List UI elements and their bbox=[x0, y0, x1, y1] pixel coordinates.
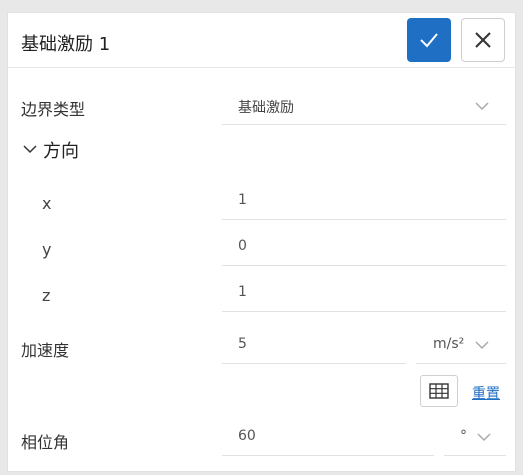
chevron-down-icon bbox=[477, 433, 491, 442]
reset-link[interactable]: 重置 bbox=[472, 383, 500, 403]
chevron-down-icon bbox=[475, 102, 489, 111]
boundary-condition-panel: 基础激励 1 边界类型 基础激励 方向 x 1 y 0 z 1 加速度 5 m/… bbox=[7, 12, 516, 472]
check-icon bbox=[420, 33, 438, 48]
confirm-button[interactable] bbox=[407, 18, 451, 62]
acceleration-value: 5 bbox=[238, 336, 247, 352]
close-button[interactable] bbox=[461, 18, 505, 62]
boundary-type-select[interactable]: 基础激励 bbox=[222, 89, 506, 125]
direction-z-label: z bbox=[42, 286, 51, 305]
acceleration-label: 加速度 bbox=[21, 341, 70, 360]
phase-angle-label: 相位角 bbox=[21, 433, 70, 452]
direction-y-value: 0 bbox=[238, 238, 247, 254]
direction-x-input[interactable]: 1 bbox=[222, 184, 506, 220]
direction-z-input[interactable]: 1 bbox=[222, 276, 506, 312]
phase-angle-value: 60 bbox=[238, 428, 256, 444]
phase-angle-input[interactable]: 60 bbox=[222, 420, 434, 456]
direction-z-value: 1 bbox=[238, 284, 247, 300]
acceleration-input[interactable]: 5 bbox=[222, 328, 406, 364]
close-icon bbox=[475, 32, 491, 48]
direction-y-input[interactable]: 0 bbox=[222, 230, 506, 266]
acceleration-unit: m/s² bbox=[433, 336, 465, 352]
boundary-type-label: 边界类型 bbox=[21, 100, 86, 119]
direction-label: 方向 bbox=[43, 141, 79, 162]
direction-section-toggle[interactable]: 方向 bbox=[21, 137, 141, 163]
direction-x-value: 1 bbox=[238, 192, 247, 208]
chevron-down-icon bbox=[23, 145, 37, 154]
phase-unit: ° bbox=[460, 428, 467, 444]
chevron-down-icon bbox=[475, 341, 489, 350]
phase-unit-select[interactable]: ° bbox=[444, 420, 506, 456]
direction-x-label: x bbox=[42, 194, 52, 213]
table-icon bbox=[429, 383, 449, 399]
direction-y-label: y bbox=[42, 240, 52, 259]
panel-header: 基础激励 1 bbox=[8, 13, 515, 68]
panel-title: 基础激励 1 bbox=[21, 34, 111, 55]
acceleration-unit-select[interactable]: m/s² bbox=[416, 328, 506, 364]
boundary-type-value: 基础激励 bbox=[238, 100, 294, 116]
table-edit-button[interactable] bbox=[420, 375, 458, 407]
